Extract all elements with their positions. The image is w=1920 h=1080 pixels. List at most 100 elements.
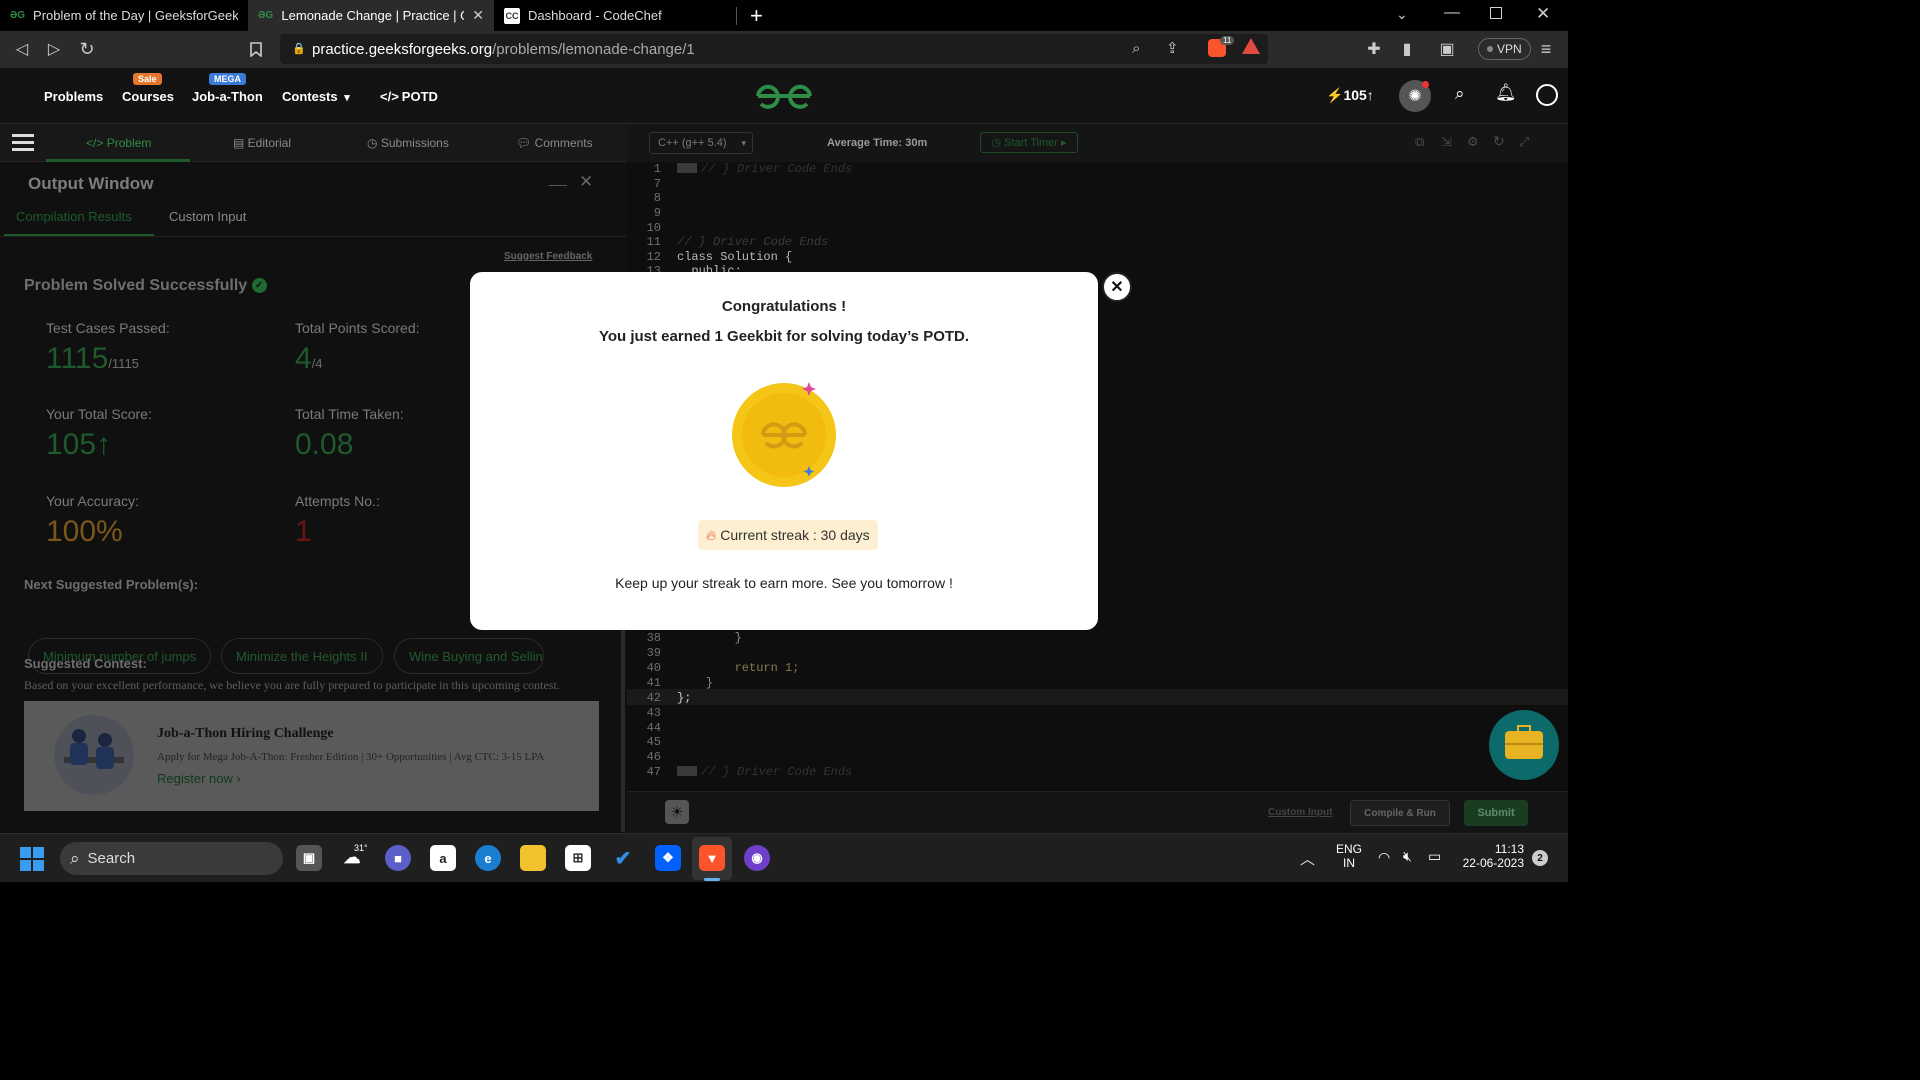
address-bar[interactable]: 🔒 practice.geeksforgeeks.org/problems/le… [280,34,1268,64]
nav-contests[interactable]: Contests ▾ [282,89,350,104]
language-indicator[interactable]: ENG IN [1336,842,1362,870]
fullscreen-icon[interactable]: ⤢ [1519,134,1529,150]
reset-icon[interactable]: ↻ [1493,133,1505,150]
meet-icon[interactable]: ■ [385,845,411,871]
tab-editorial[interactable]: ▤ Editorial [233,136,291,150]
time-label: Total Time Taken: [295,406,404,422]
brave-rewards-icon[interactable] [1242,38,1260,54]
browser-tab-lemonade[interactable]: ƏG Lemonade Change | Practice | Gee... ✕ [248,0,494,31]
start-button[interactable] [20,847,44,871]
suggest-feedback-link[interactable]: Suggest Feedback [504,251,592,262]
clock[interactable]: 11:13 22-06-2023 [1456,842,1524,870]
taskbar-search[interactable]: ⌕ Search [60,842,283,875]
accuracy-label: Your Accuracy: [46,493,139,509]
streak-count: 105 [1343,87,1367,103]
line-number: 43 [646,706,661,720]
test-cases-value: 1115/1115 [46,342,139,376]
tab-divider [736,7,737,25]
code-area-top[interactable]: 1 // } Driver Code Ends 7 8 9 10 11 // }… [627,162,1568,282]
chevron-up-icon[interactable]: ︿ [1300,848,1315,869]
chevron-down-icon[interactable]: ⌄ [1396,6,1408,23]
arrow-up-icon: ↑ [96,428,112,461]
line-number: 8 [653,191,661,205]
share-icon[interactable]: ⇪ [1166,39,1179,57]
geek-streak[interactable]: ⚡105↑ [1326,87,1374,104]
tab-custom-input[interactable]: Custom Input [169,209,246,224]
copy-icon[interactable]: ⧉ [1415,134,1424,150]
minimize-icon[interactable]: — [1444,4,1460,22]
code-area-bottom[interactable]: 38 } 39 40 return 1; 41 } 42 }; 43 44 45… [627,631,1568,781]
browser-tab-potd[interactable]: ƏG Problem of the Day | GeeksforGeeks | … [0,0,248,31]
language-select[interactable]: C++ (g++ 5.4) ▾ [649,132,753,154]
extensions-icon[interactable]: ✚ [1364,39,1384,59]
brave-icon[interactable]: ▼ [699,845,725,871]
suggested-problem-chip[interactable]: Wine Buying and Selling [394,638,544,674]
gfg-logo[interactable] [752,80,816,117]
browser-tab-codechef[interactable]: CC Dashboard - CodeChef [494,0,734,31]
file-explorer-icon[interactable] [520,845,546,871]
contest-card[interactable]: Job-a-Thon Hiring Challenge Apply for Me… [24,701,599,811]
search-icon[interactable]: ⌕ [1455,84,1465,104]
dropbox-icon[interactable]: ❖ [655,845,681,871]
close-window-icon[interactable]: ✕ [1536,4,1550,24]
zoom-icon[interactable]: ⌕ [1132,40,1140,57]
custom-input-link[interactable]: Custom Input [1268,807,1332,818]
points-scored: 4 [295,342,312,375]
hamburger-icon[interactable] [12,134,34,152]
wifi-icon[interactable]: ◠ [1378,849,1390,866]
chevron-down-icon: ▾ [344,92,350,104]
suggested-problem-chip[interactable]: Minimize the Heights II [221,638,383,674]
nav-jobathon[interactable]: Job-a-Thon [192,89,263,104]
bookmark-icon[interactable] [246,39,266,59]
modal-close-button[interactable]: ✕ [1102,272,1132,302]
bell-icon[interactable]: 🔔︎ [1495,83,1517,103]
battery-icon[interactable]: ▭ [1428,848,1441,865]
menu-icon[interactable]: ≡ [1536,39,1556,59]
fold-marker[interactable] [677,163,697,173]
tab-problem[interactable]: </> Problem [86,136,151,150]
restore-icon[interactable] [1490,7,1502,19]
wallet-icon[interactable]: ▣ [1437,39,1457,59]
notification-badge[interactable]: 2 [1532,850,1548,866]
submit-button[interactable]: Submit [1464,800,1528,826]
jobs-fab-button[interactable] [1489,710,1559,780]
compile-run-button[interactable]: Compile & Run [1350,800,1450,826]
export-icon[interactable]: ⇲ [1441,134,1452,150]
mute-icon[interactable]: 🔇︎ [1403,848,1412,865]
tab-submissions-label: Submissions [380,136,449,150]
start-timer-button[interactable]: ◷ Start Timer ▸ [980,132,1078,153]
sun-icon: ✺ [1408,88,1422,105]
nav-potd[interactable]: </> POTD [380,89,438,104]
settings-icon[interactable]: ⚙ [1467,134,1479,150]
store-icon[interactable]: ⊞ [565,845,591,871]
avatar[interactable] [1536,84,1558,106]
code-line: }; [677,691,692,705]
close-icon[interactable]: ✕ [472,7,484,24]
vpn-button[interactable]: VPN [1478,38,1531,60]
reload-icon[interactable]: ↻ [77,39,97,59]
minimize-icon[interactable]: __ [549,170,567,188]
github-icon[interactable]: ◉ [744,845,770,871]
register-now-link[interactable]: Register now › [157,771,241,786]
lightbulb-icon[interactable]: ☀ [665,800,689,824]
tab-compilation-results[interactable]: Compilation Results [16,209,132,224]
nav-courses[interactable]: Courses [122,89,174,104]
close-icon[interactable]: ✕ [579,172,593,192]
todo-icon[interactable]: ✔ [610,845,636,871]
amazon-icon[interactable]: a [430,845,456,871]
language-top: ENG [1336,842,1363,856]
line-number: 41 [646,676,661,690]
fold-marker[interactable] [677,766,697,776]
sidebar-icon[interactable]: ▮ [1397,39,1417,59]
chevron-down-icon: ▾ [741,137,746,148]
back-icon[interactable]: ◁ [12,39,32,59]
task-view-icon[interactable]: ▣ [296,845,322,871]
tab-comments[interactable]: 💬︎ Comments [516,136,593,150]
edge-icon[interactable]: e [475,845,501,871]
forward-icon[interactable]: ▷ [44,39,64,59]
line-number: 39 [646,646,661,660]
new-tab-button[interactable]: + [750,3,763,29]
nav-problems[interactable]: Problems [44,89,103,104]
tab-submissions[interactable]: ◷ Submissions [367,136,449,150]
sale-badge: Sale [133,73,162,85]
